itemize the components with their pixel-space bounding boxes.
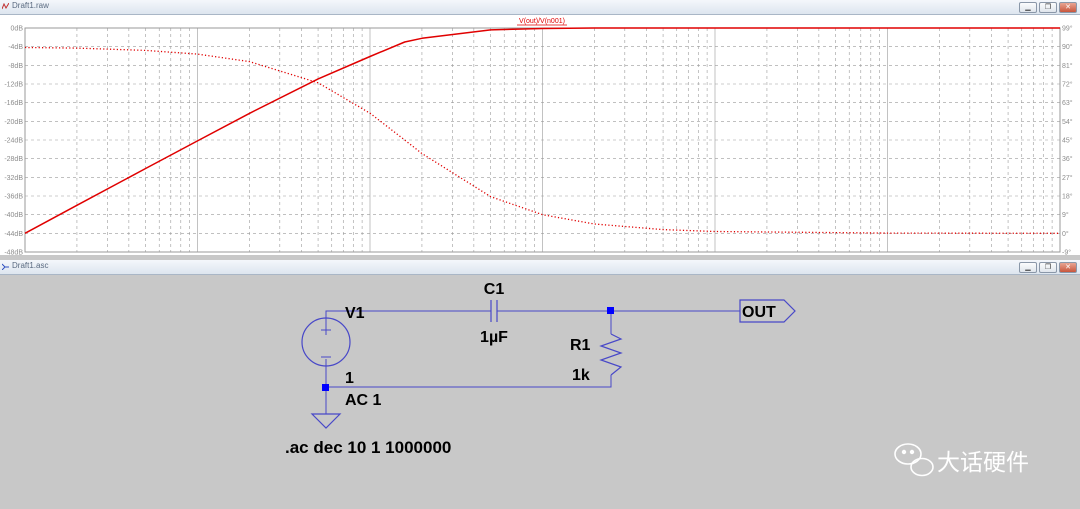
watermark-text: 大话硬件 [937,449,1029,475]
y-right-tick-label: 81° [1062,62,1073,70]
r1-value-label[interactable]: 1k [572,367,590,384]
y-right-tick-label: 72° [1062,81,1073,89]
c1-name-label[interactable]: C1 [484,281,505,298]
y-left-tick-label: -16dB [4,100,23,107]
y-left-tick-label: -32dB [4,175,23,182]
minimize-button[interactable]: ▁ [1019,2,1037,13]
plot-grid [24,27,1060,253]
ground-symbol[interactable] [310,413,342,429]
y-right-tick-label: 0° [1062,230,1069,238]
trace-legend-label[interactable]: V(out)/V(n001) [519,18,565,25]
y-right-tick-label: 90° [1062,43,1073,51]
junction-node-ground[interactable] [322,384,329,391]
y-right-tick-label: 9° [1062,211,1069,219]
plot-window-titlebar[interactable]: Draft1.raw ▁ ❐ ✕ [0,0,1080,15]
y-left-tick-label: -40dB [4,212,23,219]
schematic-window-titlebar[interactable]: Draft1.asc ▁ ❐ ✕ [0,260,1080,275]
y-right-tick-label: 99° [1062,25,1073,33]
y-right-tick-label: 45° [1062,137,1073,145]
y-left-tick-label: -4dB [8,44,23,51]
bode-plot[interactable]: 0dB -4dB -8dB -12dB -16dB -20dB -24dB -28dB -32d… [0,14,1080,255]
y-right-tick-label: 63° [1062,99,1073,107]
y-left-tick-label: -24dB [4,138,23,145]
y-left-tick-label: -28dB [4,156,23,163]
plot-window-title: Draft1.raw [12,1,49,10]
wechat-icon [894,443,934,477]
y-right-tick-label: -9° [1062,249,1071,256]
y-right-tick-label: 18° [1062,193,1073,201]
v1-name-label[interactable]: V1 [345,305,365,322]
restore-button[interactable]: ❐ [1039,262,1057,273]
junction-node-out[interactable] [607,307,614,314]
v1-value-label[interactable]: 1 [345,370,354,387]
y-right-tick-label: 27° [1062,174,1073,182]
y-left-tick-label: -48dB [4,250,23,256]
c1-value-label[interactable]: 1µF [480,329,508,346]
y-left-tick-label: -20dB [4,119,23,126]
y-left-tick-label: -36dB [4,194,23,201]
y-left-tick-label: -12dB [4,82,23,89]
schematic-window[interactable]: Draft1.asc ▁ ❐ ✕ V1 1 AC 1 C1 1µF R1 1k … [0,260,1080,509]
wire-r1-to-ground[interactable] [326,375,612,388]
y-right-tick-label: 36° [1062,155,1073,163]
close-button[interactable]: ✕ [1059,262,1077,273]
y-left-tick-label: 0dB [11,26,24,33]
y-left-tick-label: -8dB [8,63,23,70]
schematic-canvas[interactable]: V1 1 AC 1 C1 1µF R1 1k OUT .ac dec 10 1 … [0,274,1080,509]
v1-ac-label[interactable]: AC 1 [345,392,382,409]
schematic-icon [2,263,9,270]
resistor-r1[interactable] [599,333,623,376]
waveform-icon [2,3,9,10]
close-button[interactable]: ✕ [1059,2,1077,13]
plot-window[interactable]: Draft1.raw ▁ ❐ ✕ 0dB -4dB -8dB -12dB -16dB -2… [0,0,1080,255]
schematic-window-title: Draft1.asc [12,261,49,270]
y-left-tick-label: -44dB [4,231,23,238]
r1-name-label[interactable]: R1 [570,337,591,354]
y-right-tick-label: 54° [1062,118,1073,126]
wires [325,310,740,414]
restore-button[interactable]: ❐ [1039,2,1057,13]
minimize-button[interactable]: ▁ [1019,262,1037,273]
spice-directive[interactable]: .ac dec 10 1 1000000 [285,438,451,457]
capacitor-c1[interactable] [490,300,498,322]
out-net-label[interactable]: OUT [742,304,776,321]
voltage-source-v1[interactable] [301,317,351,367]
